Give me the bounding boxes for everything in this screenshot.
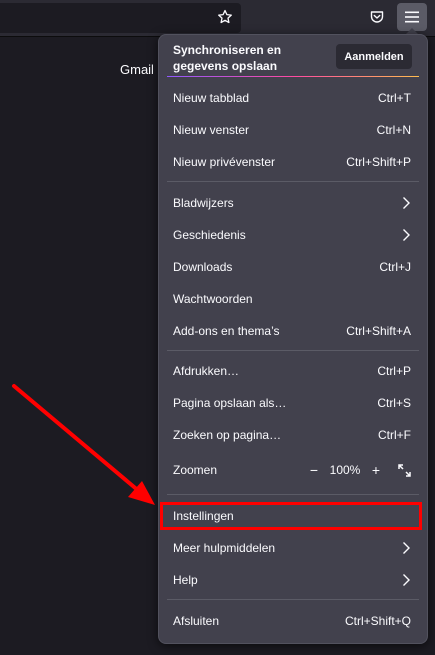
menu-item-label: Downloads: [173, 260, 233, 274]
settings-highlight-box: [160, 502, 422, 530]
menu-item-label: Afdrukken…: [173, 364, 240, 378]
menu-item-zoom: Zoomen − 100% +: [159, 456, 427, 484]
signin-button[interactable]: Aanmelden: [336, 44, 412, 69]
chevron-right-icon: [403, 574, 410, 586]
sync-label: Synchroniseren en gegevens opslaan: [173, 42, 281, 74]
menu-separator: [167, 494, 419, 495]
chevron-right-icon: [403, 542, 410, 554]
menu-item-label: Geschiedenis: [173, 228, 246, 242]
shortcut-label: Ctrl+J: [379, 260, 411, 274]
shortcut-label: Ctrl+P: [377, 364, 411, 378]
menu-item-label: Zoeken op pagina…: [173, 428, 282, 442]
menu-separator: [167, 181, 419, 182]
menu-item-new-private-window[interactable]: Nieuw privévenster Ctrl+Shift+P: [159, 148, 427, 176]
menu-item-label: Add-ons en thema’s: [173, 324, 280, 338]
shortcut-label: Ctrl+S: [377, 396, 411, 410]
menu-item-bookmarks[interactable]: Bladwijzers: [159, 189, 427, 217]
sync-label-line2: gegevens opslaan: [173, 59, 278, 73]
menu-item-addons[interactable]: Add-ons en thema’s Ctrl+Shift+A: [159, 317, 427, 345]
shortcut-label: Ctrl+N: [376, 123, 411, 137]
gmail-link[interactable]: Gmail: [120, 62, 154, 77]
menu-item-quit[interactable]: Afsluiten Ctrl+Shift+Q: [159, 607, 427, 635]
menu-item-passwords[interactable]: Wachtwoorden: [159, 285, 427, 313]
url-bar[interactable]: [0, 3, 241, 33]
fullscreen-icon[interactable]: [393, 459, 415, 481]
menu-item-label: Meer hulpmiddelen: [173, 541, 276, 555]
star-icon[interactable]: [214, 6, 236, 28]
shortcut-label: Ctrl+Shift+P: [346, 155, 411, 169]
menu-item-help[interactable]: Help: [159, 566, 427, 594]
zoom-out-button[interactable]: −: [303, 459, 325, 481]
menu-item-new-tab[interactable]: Nieuw tabblad Ctrl+T: [159, 84, 427, 112]
menu-item-label: Bladwijzers: [173, 196, 234, 210]
menu-item-history[interactable]: Geschiedenis: [159, 221, 427, 249]
sync-gradient-divider: [167, 76, 419, 77]
menu-item-new-window[interactable]: Nieuw venster Ctrl+N: [159, 116, 427, 144]
hamburger-menu-icon[interactable]: [397, 3, 427, 31]
shortcut-label: Ctrl+F: [378, 428, 411, 442]
sync-section: Synchroniseren en gegevens opslaan Aanme…: [159, 35, 427, 77]
shortcut-label: Ctrl+Shift+A: [346, 324, 411, 338]
menu-item-label: Nieuw tabblad: [173, 91, 250, 105]
menu-item-more-tools[interactable]: Meer hulpmiddelen: [159, 534, 427, 562]
menu-item-label: Afsluiten: [173, 614, 220, 628]
chevron-right-icon: [403, 229, 410, 241]
zoom-controls: − 100% +: [303, 459, 415, 481]
shortcut-label: Ctrl+Shift+Q: [344, 614, 411, 628]
menu-item-print[interactable]: Afdrukken… Ctrl+P: [159, 357, 427, 385]
menu-item-label: Wachtwoorden: [173, 292, 253, 306]
menu-separator: [167, 599, 419, 600]
pocket-icon[interactable]: [366, 6, 388, 28]
zoom-value[interactable]: 100%: [325, 463, 365, 477]
menu-item-save-page[interactable]: Pagina opslaan als… Ctrl+S: [159, 389, 427, 417]
menu-item-label: Help: [173, 573, 198, 587]
menu-separator: [167, 350, 419, 351]
menu-item-find[interactable]: Zoeken op pagina… Ctrl+F: [159, 421, 427, 449]
sync-label-line1: Synchroniseren en: [173, 43, 282, 57]
menu-item-label: Pagina opslaan als…: [173, 396, 287, 410]
chevron-right-icon: [403, 197, 410, 209]
menu-item-label: Nieuw privévenster: [173, 155, 276, 169]
shortcut-label: Ctrl+T: [378, 91, 411, 105]
zoom-in-button[interactable]: +: [365, 459, 387, 481]
menu-item-label: Zoomen: [173, 463, 218, 477]
browser-toolbar: [0, 0, 435, 37]
app-menu-panel: Synchroniseren en gegevens opslaan Aanme…: [158, 34, 428, 644]
menu-item-downloads[interactable]: Downloads Ctrl+J: [159, 253, 427, 281]
menu-item-label: Nieuw venster: [173, 123, 250, 137]
